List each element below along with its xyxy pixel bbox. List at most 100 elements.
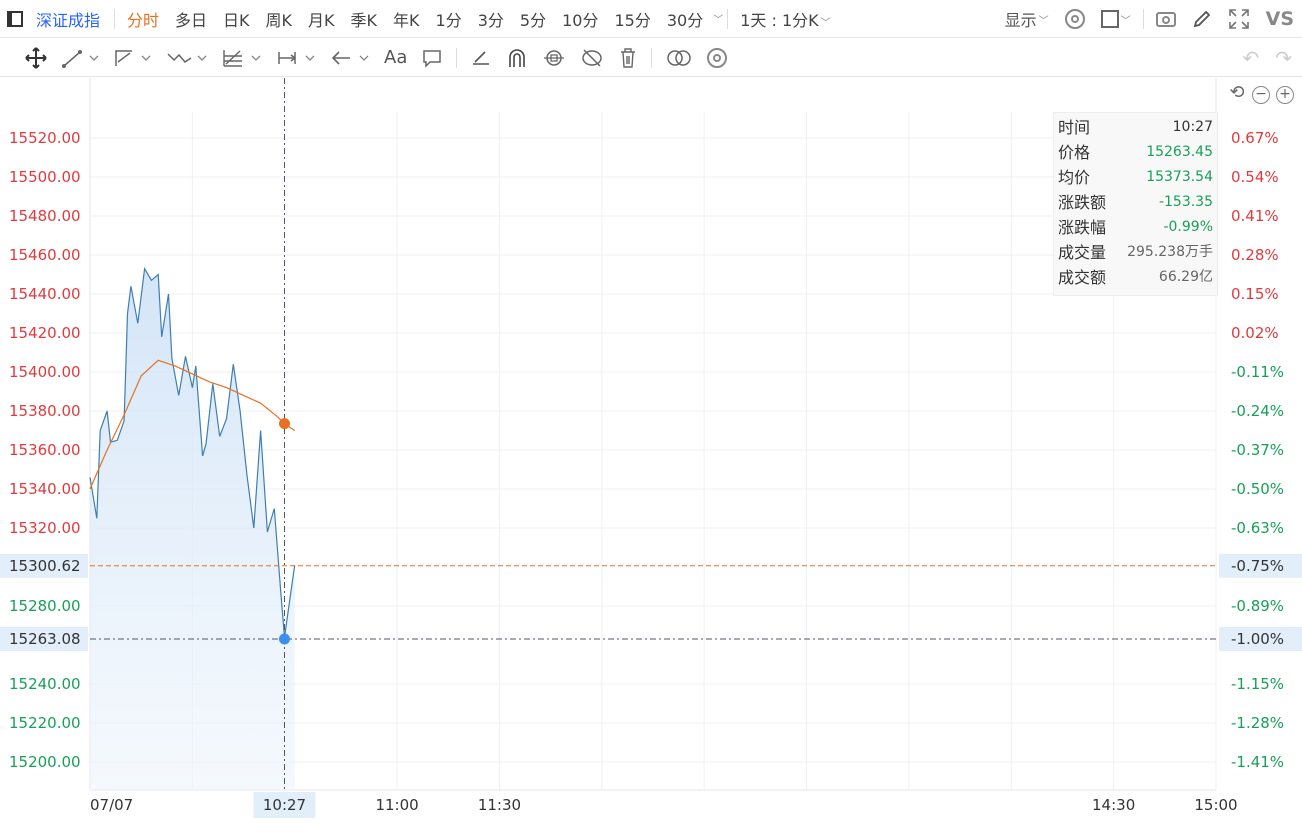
period-tab[interactable]: 1分	[428, 7, 470, 31]
chevron-down-icon: ﹀	[1120, 15, 1131, 27]
pct-tick-label: -0.37%	[1231, 441, 1284, 459]
y-tick-label: 15240.00	[9, 675, 81, 693]
fullscreen-button[interactable]	[1220, 8, 1258, 30]
chart-app: 深证成指 分时 多日 日K 周K 月K 季K 年K 1分 3分 5分 10分 15分 30分 ﹀ 1天 …	[0, 0, 1302, 831]
measure-tool[interactable]	[269, 39, 323, 77]
info-key: 价格	[1058, 143, 1091, 162]
arrow-tool[interactable]	[323, 39, 377, 77]
pct-tick-label: -0.11%	[1231, 363, 1284, 381]
y-tick-label: 15263.08	[9, 630, 81, 648]
zoom-in-icon[interactable]: +	[1276, 86, 1294, 104]
settings-button[interactable]	[1057, 9, 1093, 29]
toolbar-divider	[114, 8, 116, 29]
period-tab[interactable]: 年K	[385, 7, 428, 31]
period-tab[interactable]: 3分	[470, 7, 512, 31]
interval-label: 1天 : 1分K	[740, 10, 819, 30]
channel-tool[interactable]	[107, 39, 159, 77]
text-tool[interactable]: Aa	[377, 39, 414, 77]
y-tick-label: 15220.00	[9, 714, 81, 732]
y-tick-label: 15440.00	[9, 285, 81, 303]
y-tick-label: 15320.00	[9, 519, 81, 537]
range-measure-icon	[278, 51, 315, 64]
fullscreen-icon	[1228, 9, 1249, 29]
move-tool[interactable]	[0, 39, 55, 77]
info-key: 涨跌幅	[1058, 218, 1107, 237]
wave-tool[interactable]	[159, 39, 215, 77]
period-tab[interactable]: 10分	[554, 7, 606, 31]
drawing-settings-tool[interactable]	[700, 39, 734, 77]
symbol-name[interactable]: 深证成指	[30, 7, 110, 31]
info-row: 涨跌额 -153.35	[1058, 190, 1213, 215]
y-tick-label: 15400.00	[9, 363, 81, 381]
period-tab[interactable]: 周K	[258, 7, 301, 31]
trend-line-tool[interactable]	[55, 39, 107, 77]
info-row: 成交量 295.238万手	[1058, 240, 1213, 265]
pct-tick-label: 0.54%	[1231, 168, 1279, 186]
compare-vs-button[interactable]: VS	[1258, 8, 1302, 30]
x-tick-label: 07/07	[90, 796, 133, 814]
pct-tick-label: 0.28%	[1231, 246, 1279, 264]
period-tab[interactable]: 月K	[300, 7, 343, 31]
pct-tick-label: 0.15%	[1231, 285, 1279, 303]
period-more-chevron-icon[interactable]: ﹀	[713, 11, 723, 26]
fib-grid-icon	[223, 49, 261, 67]
period-tab[interactable]: 分时	[119, 7, 167, 31]
period-tab[interactable]: 30分	[659, 7, 711, 31]
info-value: -153.35	[1158, 194, 1213, 210]
info-value: 10:27	[1172, 119, 1213, 135]
compare-tool[interactable]	[658, 39, 700, 77]
period-tab[interactable]: 季K	[343, 7, 386, 31]
drawbar-divider	[456, 47, 458, 68]
undo-arrow-icon[interactable]: ↶	[1242, 46, 1259, 70]
lock-tool[interactable]	[535, 39, 573, 77]
pct-tick-label: -1.00%	[1231, 630, 1284, 648]
info-value: 15263.45	[1146, 144, 1213, 160]
camera-icon	[1155, 11, 1176, 27]
info-key: 成交量	[1058, 243, 1107, 262]
display-dropdown[interactable]: 显示 ﹀	[997, 7, 1057, 31]
info-row: 价格 15263.45	[1058, 140, 1213, 165]
wave-pattern-icon	[167, 52, 207, 63]
period-tab[interactable]: 日K	[215, 7, 258, 31]
undo-redo: ↶ ↷	[1242, 39, 1292, 77]
drawbar-divider	[651, 47, 653, 68]
zoom-out-icon[interactable]: −	[1252, 86, 1270, 104]
sidebar-toggle-icon[interactable]	[0, 0, 30, 38]
hide-drawings-tool[interactable]	[573, 39, 611, 77]
zoom-controls: ⟲ − +	[1228, 84, 1294, 104]
interval-dropdown[interactable]: 1天 : 1分K ﹀	[732, 7, 838, 31]
info-row: 成交额 66.29亿	[1058, 265, 1213, 290]
comment-icon	[423, 49, 442, 68]
price-crosshair-dot	[278, 633, 290, 645]
period-tab[interactable]: 5分	[512, 7, 554, 31]
snapshot-button[interactable]	[1148, 11, 1184, 27]
info-key: 时间	[1058, 118, 1091, 137]
redo-arrow-icon[interactable]: ↷	[1275, 46, 1292, 70]
magnet-icon	[509, 48, 526, 67]
pct-tick-label: -1.28%	[1231, 714, 1284, 732]
period-tab[interactable]: 15分	[606, 7, 658, 31]
pct-tick-label: -0.50%	[1231, 480, 1284, 498]
draw-button[interactable]	[1184, 9, 1220, 29]
drawing-toolbar: Aa ↶ ↷	[0, 39, 1302, 77]
magnet-tool[interactable]	[499, 39, 535, 77]
reset-zoom-icon[interactable]: ⟲	[1228, 84, 1246, 104]
toolbar-divider	[1142, 9, 1144, 29]
toolbar-right: 显示 ﹀ ﹀ VS	[997, 0, 1302, 38]
info-key: 涨跌额	[1058, 193, 1107, 212]
period-tab[interactable]: 多日	[167, 7, 215, 31]
avg-crosshair-dot	[278, 418, 290, 430]
display-label: 显示	[1004, 11, 1037, 30]
x-tick-label: 11:00	[375, 796, 418, 814]
layout-button[interactable]: ﹀	[1093, 10, 1139, 28]
fibonacci-tool[interactable]	[215, 39, 269, 77]
note-tool[interactable]	[414, 39, 450, 77]
pct-tick-label: -1.41%	[1231, 753, 1284, 771]
y-tick-label: 15460.00	[9, 246, 81, 264]
info-row: 涨跌幅 -0.99%	[1058, 215, 1213, 240]
pct-tick-label: 0.67%	[1231, 129, 1279, 147]
pct-tick-label: -0.89%	[1231, 597, 1284, 615]
delete-drawings-tool[interactable]	[611, 39, 645, 77]
info-value: 295.238万手	[1127, 244, 1213, 260]
brush-tool[interactable]	[463, 39, 499, 77]
